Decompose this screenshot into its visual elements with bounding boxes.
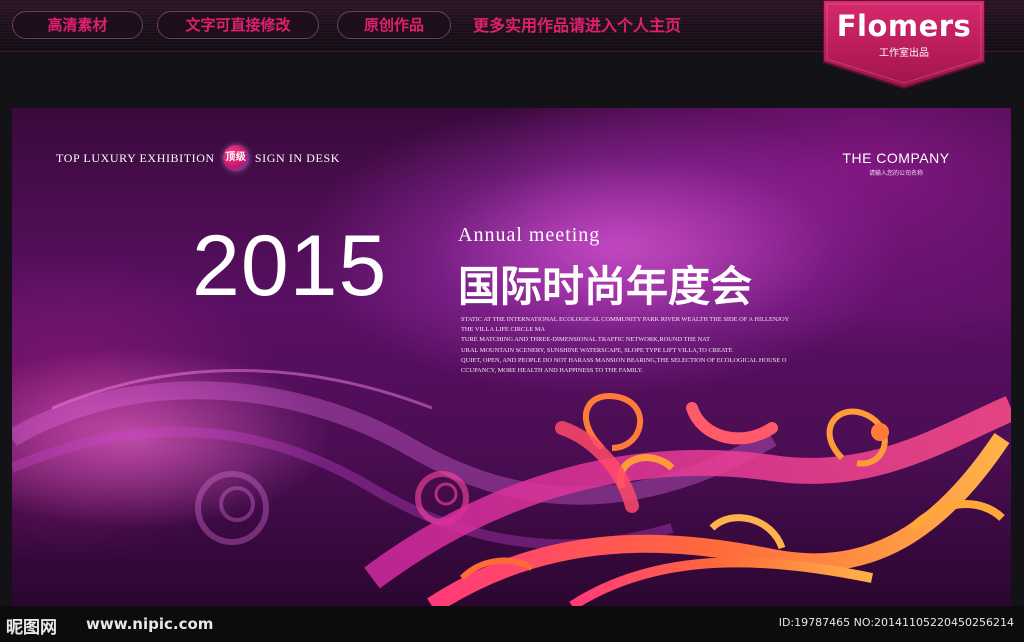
promo-link[interactable]: 更多实用作品请进入个人主页 xyxy=(473,13,681,39)
tag-editable-text[interactable]: 文字可直接修改 xyxy=(157,11,319,39)
footer-bar: 昵图网 www.nipic.com ID:19787465 NO:2014110… xyxy=(0,606,1024,642)
annual-meeting-label: Annual meeting xyxy=(458,224,601,246)
event-year: 2015 xyxy=(192,218,388,314)
top-level-badge: 顶级 xyxy=(222,145,249,171)
site-url[interactable]: www.nipic.com xyxy=(86,615,213,633)
description-line: TURE MATCHING AND THREE-DIMENSIONAL TRAF… xyxy=(461,336,710,344)
brand-badge[interactable]: Flomers 工作室出品 xyxy=(823,0,985,90)
company-name-hint: 请输入您的公司名称 xyxy=(868,170,923,177)
tagline-before: Top luxury exhibition xyxy=(56,150,215,165)
description-line: URAL MOUNTAIN SCENERY, SUNSHINE WATERSCA… xyxy=(461,346,733,354)
description-line: THE VILLA LIFE CIRCLE MA xyxy=(461,326,546,334)
description-line: CCUPANCY, MORE HEALTH AND HAPPINESS TO T… xyxy=(461,367,643,375)
description-line: QUIET, OPEN, AND PEOPLE DO NOT HARASS MA… xyxy=(461,356,787,364)
tagline-after: Sign in desk xyxy=(254,150,341,165)
company-name: THE COMPANY xyxy=(842,150,950,166)
event-description: STATIC AT THE INTERNATIONAL ECOLOGICAL C… xyxy=(461,315,841,376)
site-logo[interactable]: 昵图网 xyxy=(6,613,57,638)
image-id: ID:19787465 NO:20141105220450256214 xyxy=(778,616,1014,629)
brand-name: Flomers xyxy=(836,9,972,43)
description-line: STATIC AT THE INTERNATIONAL ECOLOGICAL C… xyxy=(461,316,790,323)
event-title: 国际时尚年度会 xyxy=(458,262,753,311)
exhibition-tagline: Top luxury exhibition 顶级 Sign in desk xyxy=(56,145,341,171)
tag-hd-material[interactable]: 高清素材 xyxy=(12,11,143,39)
brand-subtitle: 工作室出品 xyxy=(879,48,929,59)
poster-banner: Top luxury exhibition 顶级 Sign in desk TH… xyxy=(12,108,1011,606)
tag-original-work[interactable]: 原创作品 xyxy=(337,11,451,39)
